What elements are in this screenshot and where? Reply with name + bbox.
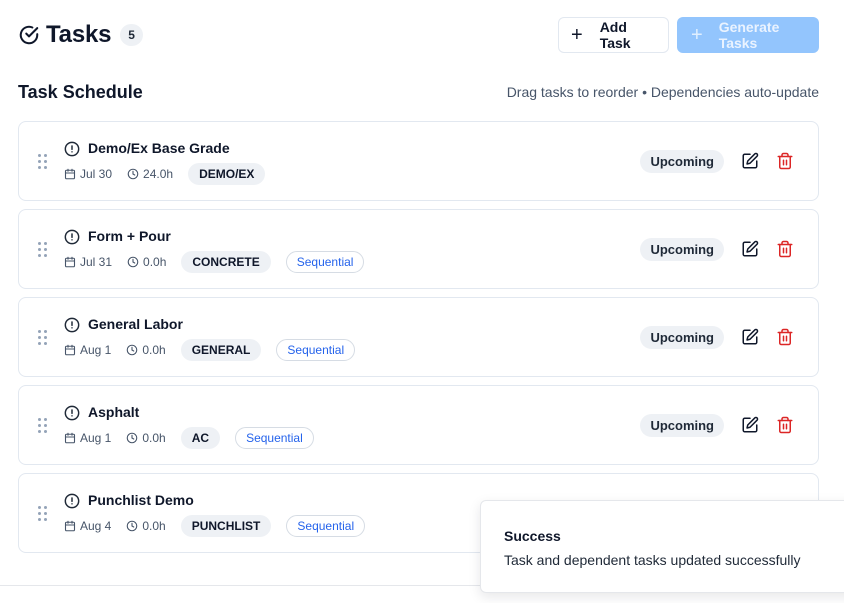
dependency-tag: Sequential bbox=[285, 251, 365, 273]
task-date-text: Aug 1 bbox=[80, 343, 112, 357]
calendar-icon bbox=[64, 256, 76, 268]
task-hours-text: 0.0h bbox=[142, 431, 166, 445]
clock-icon bbox=[126, 432, 138, 444]
generate-tasks-label: Generate Tasks bbox=[718, 19, 780, 51]
success-toast[interactable]: Success Task and dependent tasks updated… bbox=[480, 500, 844, 593]
task-name: Form + Pour bbox=[88, 228, 171, 244]
clock-icon bbox=[126, 344, 138, 356]
plus-icon: + bbox=[571, 24, 583, 46]
alert-circle-icon bbox=[64, 141, 80, 157]
category-tag: GENERAL bbox=[180, 339, 262, 361]
header: Tasks 5 + Add Task + Generate Tasks bbox=[18, 17, 819, 53]
plus-icon: + bbox=[691, 24, 703, 46]
calendar-icon bbox=[64, 344, 76, 356]
page-title: Tasks bbox=[46, 21, 112, 48]
task-hours-text: 0.0h bbox=[142, 519, 166, 533]
task-card[interactable]: Asphalt Aug 1 0.0h AC Sequential Upcomin… bbox=[18, 385, 819, 465]
category-tag: PUNCHLIST bbox=[180, 515, 272, 537]
category-tag: CONCRETE bbox=[181, 251, 271, 273]
task-date: Jul 31 bbox=[64, 255, 112, 269]
category-tag: AC bbox=[180, 427, 221, 449]
task-name: Punchlist Demo bbox=[88, 492, 194, 508]
drag-handle-icon[interactable] bbox=[38, 330, 48, 346]
task-meta: Aug 4 0.0h PUNCHLIST Sequential bbox=[64, 515, 366, 537]
task-hours: 0.0h bbox=[126, 343, 166, 357]
task-date-text: Aug 4 bbox=[80, 519, 112, 533]
drag-handle-icon[interactable] bbox=[38, 506, 48, 522]
task-meta: Aug 1 0.0h GENERAL Sequential bbox=[64, 339, 356, 361]
schedule-hint: Drag tasks to reorder • Dependencies aut… bbox=[506, 84, 819, 100]
clock-icon bbox=[127, 256, 139, 268]
task-name: General Labor bbox=[88, 316, 183, 332]
drag-handle-icon[interactable] bbox=[38, 418, 48, 434]
generate-tasks-button[interactable]: + Generate Tasks bbox=[677, 17, 819, 53]
task-meta: Jul 31 0.0h CONCRETE Sequential bbox=[64, 251, 365, 273]
task-meta: Aug 1 0.0h AC Sequential bbox=[64, 427, 314, 449]
add-task-label: Add Task bbox=[599, 19, 631, 51]
edit-icon[interactable] bbox=[741, 240, 759, 258]
task-date-text: Jul 31 bbox=[80, 255, 113, 269]
drag-handle-icon[interactable] bbox=[38, 154, 48, 170]
task-hours-text: 0.0h bbox=[143, 255, 167, 269]
task-name: Asphalt bbox=[88, 404, 140, 420]
task-date-text: Jul 30 bbox=[80, 167, 113, 181]
task-hours: 0.0h bbox=[126, 431, 166, 445]
schedule-section-header: Task Schedule Drag tasks to reorder • De… bbox=[18, 80, 819, 104]
trash-icon[interactable] bbox=[776, 152, 794, 170]
task-count-badge: 5 bbox=[120, 24, 143, 46]
toast-message: Task and dependent tasks updated success… bbox=[504, 552, 801, 568]
task-hours: 0.0h bbox=[127, 255, 166, 269]
clock-icon bbox=[127, 168, 139, 180]
calendar-icon bbox=[64, 432, 76, 444]
task-name: Demo/Ex Base Grade bbox=[88, 140, 230, 156]
task-date: Jul 30 bbox=[64, 167, 112, 181]
task-card[interactable]: Demo/Ex Base Grade Jul 30 24.0h DEMO/EX bbox=[18, 121, 819, 201]
status-badge: Upcoming bbox=[640, 150, 724, 173]
edit-icon[interactable] bbox=[741, 152, 759, 170]
trash-icon[interactable] bbox=[776, 328, 794, 346]
task-list: Demo/Ex Base Grade Jul 30 24.0h DEMO/EX bbox=[18, 121, 819, 561]
tasks-panel: Tasks 5 + Add Task + Generate Tasks Task… bbox=[0, 0, 844, 586]
task-card[interactable]: General Labor Aug 1 0.0h GENERAL Sequent… bbox=[18, 297, 819, 377]
category-tag: DEMO/EX bbox=[188, 163, 266, 185]
task-date: Aug 1 bbox=[64, 343, 111, 357]
task-date: Aug 4 bbox=[64, 519, 111, 533]
task-hours: 0.0h bbox=[126, 519, 166, 533]
status-badge: Upcoming bbox=[640, 414, 724, 437]
dependency-tag: Sequential bbox=[276, 339, 356, 361]
add-task-button[interactable]: + Add Task bbox=[558, 17, 669, 53]
task-hours-text: 24.0h bbox=[143, 167, 174, 181]
alert-circle-icon bbox=[64, 229, 80, 245]
status-badge: Upcoming bbox=[640, 238, 724, 261]
calendar-icon bbox=[64, 168, 76, 180]
clock-icon bbox=[126, 520, 138, 532]
alert-circle-icon bbox=[64, 405, 80, 421]
calendar-icon bbox=[64, 520, 76, 532]
task-date: Aug 1 bbox=[64, 431, 111, 445]
drag-handle-icon[interactable] bbox=[38, 242, 48, 258]
trash-icon[interactable] bbox=[776, 240, 794, 258]
schedule-title: Task Schedule bbox=[18, 81, 143, 102]
status-badge: Upcoming bbox=[640, 326, 724, 349]
task-hours: 24.0h bbox=[127, 167, 173, 181]
alert-circle-icon bbox=[64, 317, 80, 333]
task-date-text: Aug 1 bbox=[80, 431, 112, 445]
alert-circle-icon bbox=[64, 493, 80, 509]
circle-check-icon bbox=[18, 24, 40, 46]
dependency-tag: Sequential bbox=[286, 515, 366, 537]
task-card[interactable]: Form + Pour Jul 31 0.0h CONCRETE Sequent… bbox=[18, 209, 819, 289]
trash-icon[interactable] bbox=[776, 416, 794, 434]
toast-title: Success bbox=[504, 528, 561, 544]
dependency-tag: Sequential bbox=[235, 427, 314, 449]
task-hours-text: 0.0h bbox=[142, 343, 166, 357]
edit-icon[interactable] bbox=[741, 416, 759, 434]
task-meta: Jul 30 24.0h DEMO/EX bbox=[64, 163, 280, 185]
edit-icon[interactable] bbox=[741, 328, 759, 346]
